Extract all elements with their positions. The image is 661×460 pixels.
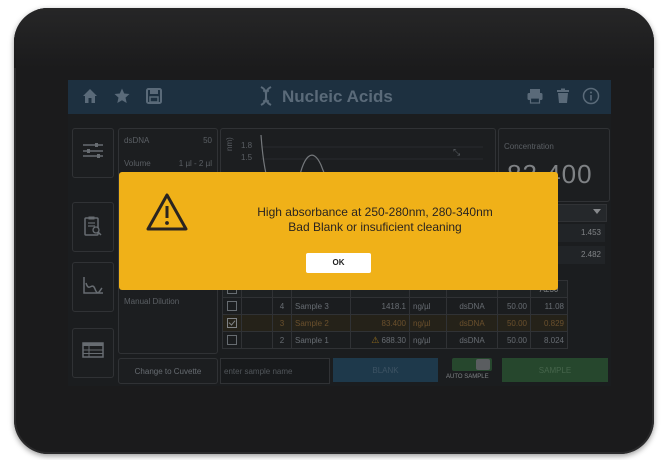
warning-message-line-2: Bad Blank or insuficient cleaning — [288, 220, 462, 234]
app-screen: Nucleic Acids dsDNA 50 Volume 1 µl - 2 µ… — [68, 80, 611, 386]
bezel-gloss — [14, 8, 654, 68]
ok-button[interactable]: OK — [306, 253, 371, 273]
warning-icon — [146, 193, 188, 231]
warning-dialog: High absorbance at 250-280nm, 280-340nm … — [119, 172, 558, 290]
warning-message-line-1: High absorbance at 250-280nm, 280-340nm — [257, 205, 493, 219]
warning-message: High absorbance at 250-280nm, 280-340nm … — [209, 205, 541, 235]
